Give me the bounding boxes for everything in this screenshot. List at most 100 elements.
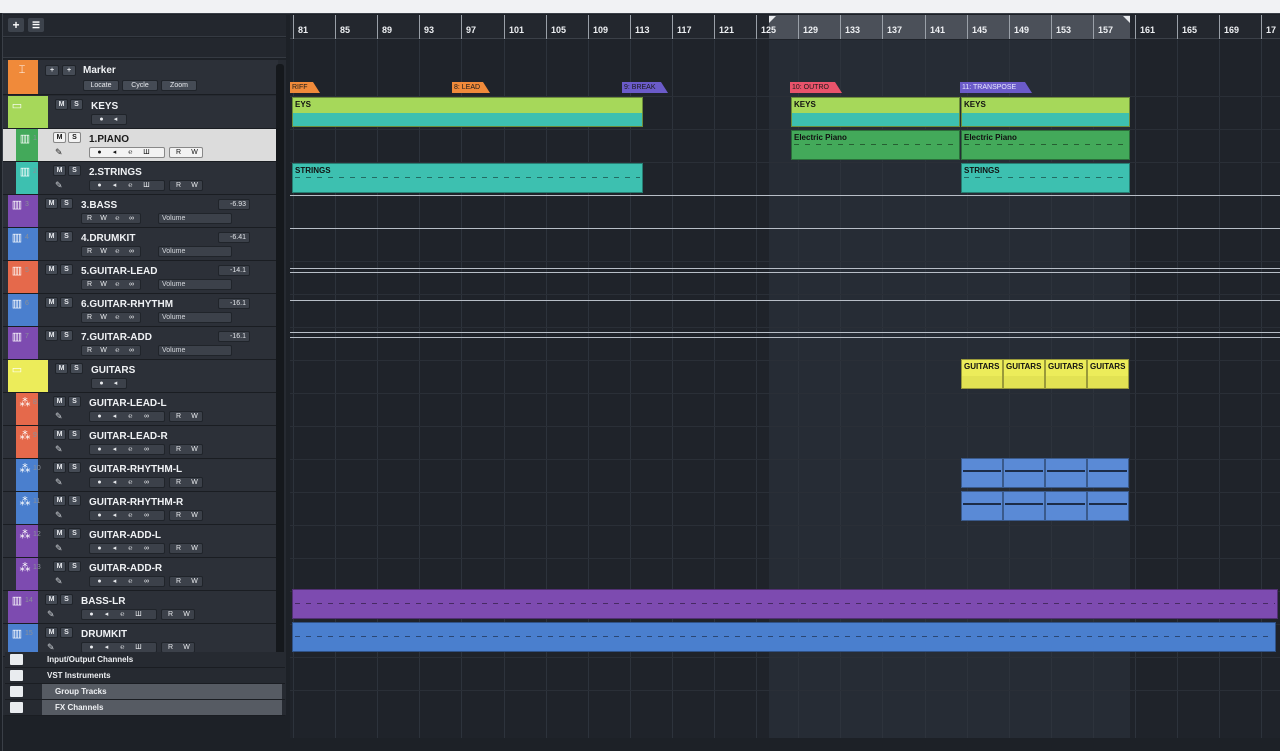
link-icon[interactable]: ∞: [140, 412, 153, 421]
write-automation-button[interactable]: W: [188, 478, 201, 487]
solo-button[interactable]: S: [68, 495, 81, 506]
monitor-icon[interactable]: ◂: [109, 115, 122, 124]
guitar-rhythm-audio-clip[interactable]: [1045, 458, 1087, 488]
edit-icon[interactable]: ℮: [124, 544, 137, 553]
monitor-icon[interactable]: ◂: [108, 478, 121, 487]
mute-button[interactable]: M: [45, 330, 58, 341]
rack-controls[interactable]: R W ℮ ∞: [81, 246, 141, 257]
track-guitar-rhythm-r[interactable]: ⁂ 11 M S GUITAR-RHYTHM-R ● ◂ ℮ ∞ R W ✎: [3, 492, 278, 525]
link-icon[interactable]: ∞: [125, 214, 138, 223]
edit-icon[interactable]: ℮: [124, 577, 137, 586]
solo-button[interactable]: S: [68, 132, 81, 143]
strings-midi-clip[interactable]: STRINGS: [292, 163, 643, 193]
link-icon[interactable]: ∞: [125, 313, 138, 322]
volume-value[interactable]: -6.93: [218, 199, 250, 210]
read-automation-button[interactable]: R: [172, 544, 185, 553]
guitar-rhythm-audio-clip[interactable]: [1087, 458, 1129, 488]
track-name[interactable]: 2.STRINGS: [89, 167, 142, 178]
cycle-range[interactable]: [769, 15, 1130, 39]
volume-parameter[interactable]: Volume: [158, 279, 232, 290]
edit-icon[interactable]: ℮: [124, 445, 137, 454]
edit-icon[interactable]: ℮: [124, 148, 137, 157]
cycle-end-flag[interactable]: [1123, 16, 1130, 23]
mute-button[interactable]: M: [53, 132, 66, 143]
automation-controls[interactable]: RW: [161, 609, 195, 620]
arrangement-scroll-area[interactable]: [290, 738, 1280, 751]
folder-track-input-output-channels[interactable]: Input/Output Channels: [5, 652, 285, 668]
solo-button[interactable]: S: [68, 429, 81, 440]
track-name[interactable]: 4.DRUMKIT: [81, 233, 135, 244]
write-automation-button[interactable]: W: [188, 577, 201, 586]
write-automation-button[interactable]: W: [188, 445, 201, 454]
record-enable-icon[interactable]: ●: [93, 511, 106, 520]
read-automation-button[interactable]: R: [172, 181, 185, 190]
rack-controls[interactable]: R W ℮ ∞: [81, 279, 141, 290]
rack-controls[interactable]: R W ℮ ∞: [81, 213, 141, 224]
read-automation-button[interactable]: R: [83, 247, 96, 256]
zoom-dropdown[interactable]: Zoom: [161, 80, 197, 91]
keys-folder-clip[interactable]: KEYS: [791, 97, 960, 127]
read-automation-button[interactable]: R: [172, 511, 185, 520]
monitor-icon[interactable]: ◂: [100, 643, 113, 652]
read-automation-button[interactable]: R: [83, 313, 96, 322]
marker-flag[interactable]: RIFF: [290, 82, 320, 93]
record-enable-icon[interactable]: ●: [93, 577, 106, 586]
write-automation-button[interactable]: W: [188, 544, 201, 553]
track-controls[interactable]: ● ◂ ℮ ∞: [89, 543, 165, 554]
solo-button[interactable]: S: [60, 198, 73, 209]
track-controls[interactable]: ● ◂ ℮ ∞: [89, 444, 165, 455]
folder-track-group-tracks[interactable]: Group Tracks: [5, 684, 285, 700]
track-2-strings[interactable]: ▥ 2 M S 2.STRINGS ● ◂ ℮ Ш R W ✎: [3, 162, 278, 195]
guitar-rhythm-audio-clip[interactable]: [1003, 458, 1045, 488]
track-1-piano[interactable]: ▥ 1 M S 1.PIANO ● ◂ ℮ Ш R W ✎: [3, 129, 278, 162]
folder-controls[interactable]: ● ◂: [91, 114, 127, 125]
monitor-icon[interactable]: ◂: [108, 412, 121, 421]
cycle-start-flag[interactable]: [769, 16, 776, 23]
solo-button[interactable]: S: [68, 462, 81, 473]
solo-button[interactable]: S: [68, 561, 81, 572]
write-automation-button[interactable]: W: [97, 280, 110, 289]
mute-button[interactable]: M: [45, 264, 58, 275]
record-enable-icon[interactable]: ●: [85, 643, 98, 652]
volume-value[interactable]: -16.1: [218, 331, 250, 342]
edit-icon[interactable]: ℮: [116, 610, 129, 619]
write-automation-button[interactable]: W: [188, 412, 201, 421]
record-icon[interactable]: ●: [95, 115, 108, 124]
monitor-icon[interactable]: ◂: [108, 181, 121, 190]
mute-button[interactable]: M: [55, 99, 68, 110]
guitar-rhythm-audio-clip[interactable]: [961, 491, 1003, 521]
guitars-folder-clip[interactable]: GUITARS: [961, 359, 1003, 389]
track-guitar-add-r[interactable]: ⁂ 13 M S GUITAR-ADD-R ● ◂ ℮ ∞ R W ✎: [3, 558, 278, 591]
track-name[interactable]: GUITAR-RHYTHM-L: [89, 464, 182, 475]
read-automation-button[interactable]: R: [172, 478, 185, 487]
record-enable-icon[interactable]: ●: [93, 544, 106, 553]
bass-lr-midi-clip[interactable]: [292, 589, 1278, 619]
timeline-ruler[interactable]: 81 85 89 93 97 101 105 109 113 117 121 125 129 133 137…: [290, 15, 1280, 39]
track-controls[interactable]: ● ◂ ℮ ∞: [89, 510, 165, 521]
solo-button[interactable]: S: [70, 99, 83, 110]
solo-button[interactable]: S: [70, 363, 83, 374]
guitar-rhythm-audio-clip[interactable]: [1087, 491, 1129, 521]
track-7-guitar-add[interactable]: ▥ 7 M S 7.GUITAR-ADD R W ℮ ∞ Volume -16.1: [3, 327, 278, 360]
piano-midi-clip[interactable]: Electric Piano: [791, 130, 960, 160]
link-icon[interactable]: ∞: [140, 445, 153, 454]
track-name[interactable]: 5.GUITAR-LEAD: [81, 266, 157, 277]
mute-button[interactable]: M: [45, 594, 58, 605]
solo-button[interactable]: S: [60, 297, 73, 308]
editor-icon[interactable]: Ш: [140, 181, 153, 190]
edit-icon[interactable]: ℮: [124, 478, 137, 487]
record-enable-icon[interactable]: ●: [85, 610, 98, 619]
guitar-rhythm-audio-clip[interactable]: [1045, 491, 1087, 521]
read-automation-button[interactable]: R: [172, 148, 185, 157]
monitor-icon[interactable]: ◂: [108, 445, 121, 454]
track-controls[interactable]: ● ◂ ℮ ∞: [89, 477, 165, 488]
mute-button[interactable]: M: [53, 528, 66, 539]
marker-flag[interactable]: 9: BREAK: [622, 82, 668, 93]
keys-folder-clip[interactable]: KEYS: [961, 97, 1130, 127]
write-automation-button[interactable]: W: [188, 511, 201, 520]
marker-flag[interactable]: 11: TRANSPOSE: [960, 82, 1032, 93]
mute-button[interactable]: M: [53, 165, 66, 176]
solo-button[interactable]: S: [68, 165, 81, 176]
record-icon[interactable]: ●: [95, 379, 108, 388]
marker-flag[interactable]: 10: OUTRO: [790, 82, 842, 93]
